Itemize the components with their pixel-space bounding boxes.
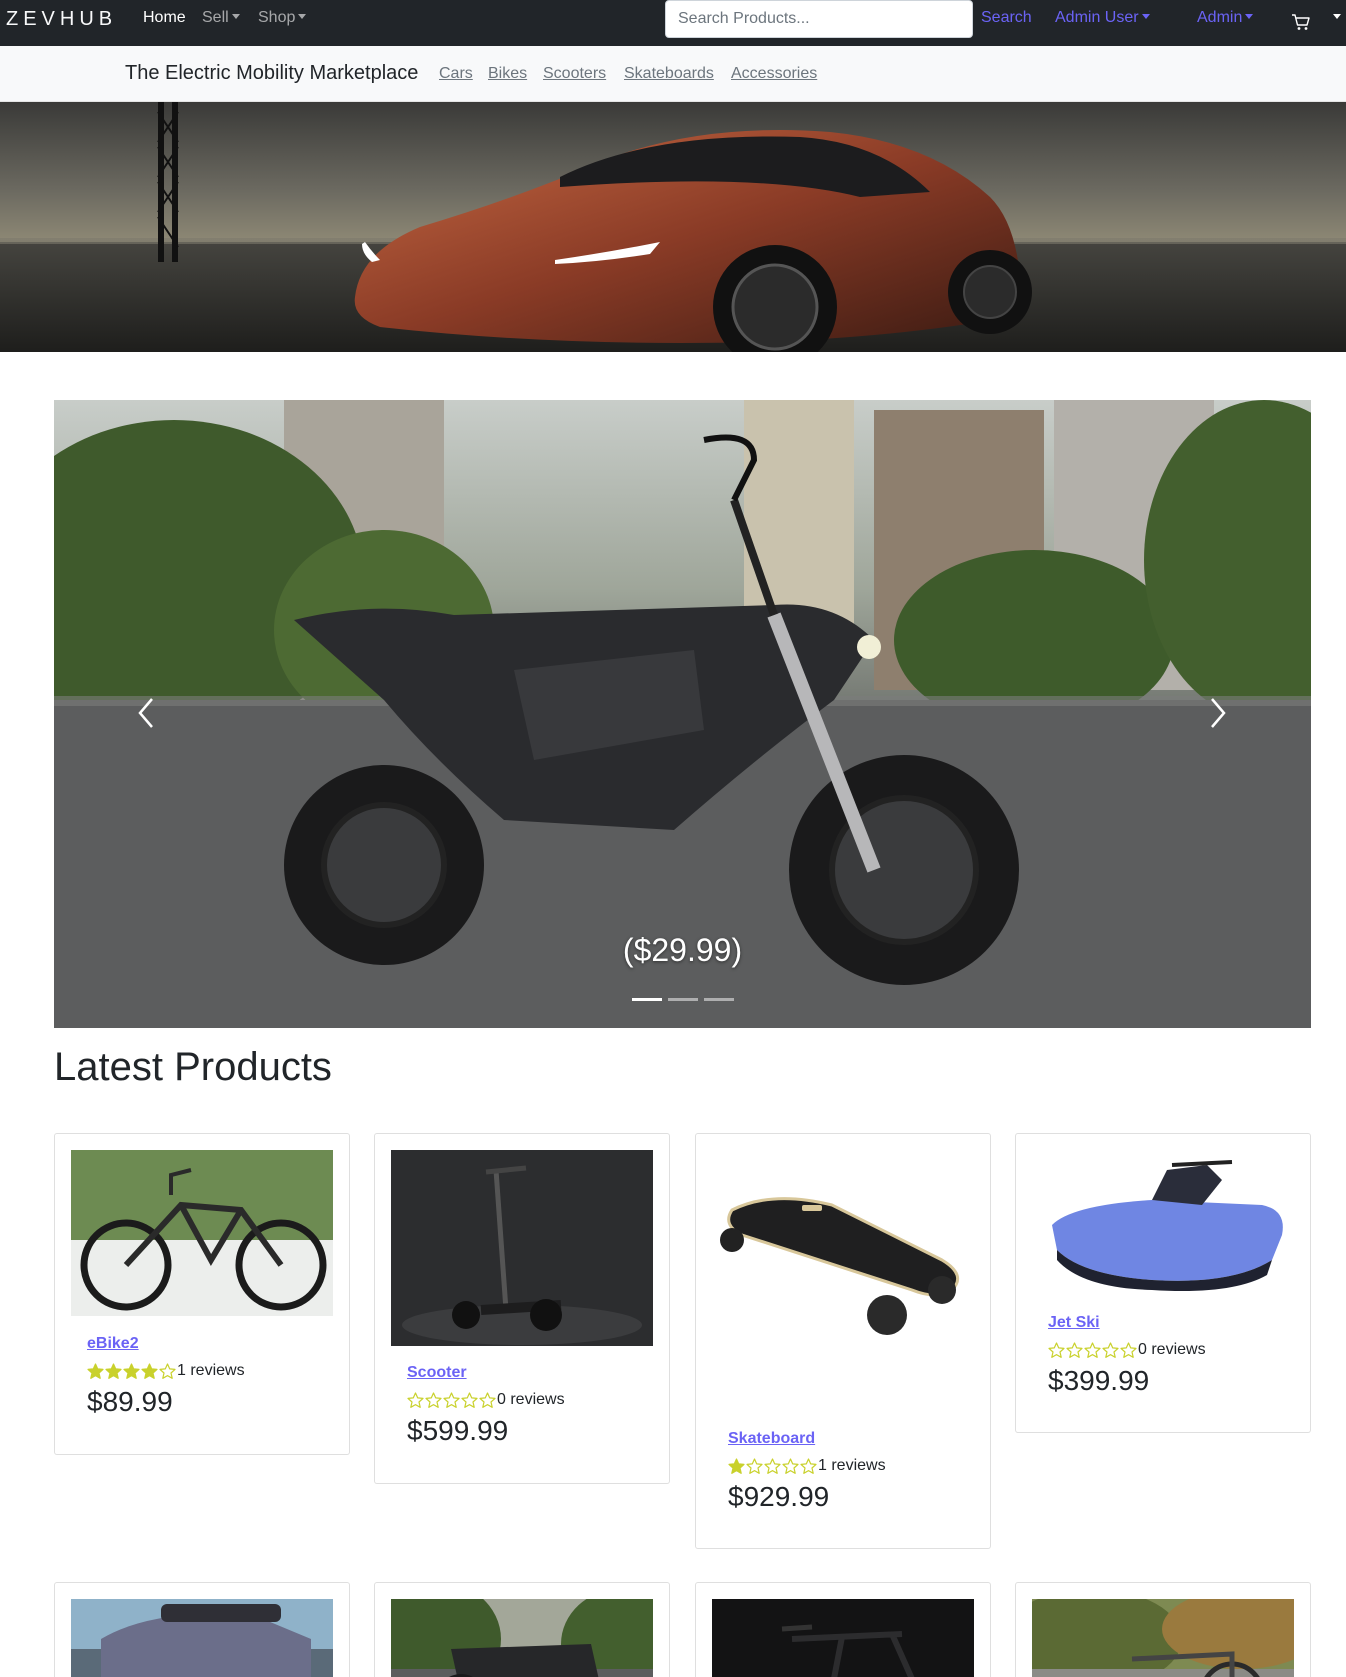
star-filled-icon bbox=[141, 1362, 158, 1379]
carousel-indicators bbox=[632, 998, 734, 1001]
product-card bbox=[695, 1582, 991, 1677]
chevron-right-icon[interactable] bbox=[1202, 695, 1232, 731]
product-name-link[interactable]: Jet Ski bbox=[1048, 1314, 1100, 1332]
chevron-down-icon bbox=[231, 14, 240, 19]
product-image[interactable] bbox=[71, 1599, 333, 1677]
product-image[interactable] bbox=[391, 1599, 653, 1677]
nav-home[interactable]: Home bbox=[143, 9, 186, 27]
product-card: Scooter 0 reviews $599.99 bbox=[374, 1133, 670, 1484]
category-link-skateboards[interactable]: Skateboards bbox=[624, 65, 714, 83]
carousel-caption: ($29.99) bbox=[622, 932, 743, 968]
nav-sell-label: Sell bbox=[202, 9, 229, 26]
product-image[interactable] bbox=[1032, 1599, 1294, 1677]
brand-logo[interactable]: ZEVHUB bbox=[6, 8, 117, 31]
star-empty-icon bbox=[159, 1362, 176, 1379]
star-empty-icon bbox=[1048, 1341, 1065, 1358]
product-name-link[interactable]: Scooter bbox=[407, 1364, 467, 1382]
search-input[interactable] bbox=[665, 0, 973, 38]
product-price: $399.99 bbox=[1048, 1365, 1150, 1396]
star-rating bbox=[1048, 1341, 1137, 1359]
carousel-indicator[interactable] bbox=[632, 998, 662, 1001]
tagline: The Electric Mobility Marketplace bbox=[125, 62, 419, 84]
product-rating: 1 reviews bbox=[728, 1457, 886, 1475]
nav-sell-dropdown[interactable]: Sell bbox=[202, 9, 240, 27]
category-link-scooters[interactable]: Scooters bbox=[543, 65, 606, 83]
star-empty-icon bbox=[746, 1457, 763, 1474]
product-price: $929.99 bbox=[728, 1481, 830, 1512]
star-empty-icon bbox=[1102, 1341, 1119, 1358]
product-image[interactable] bbox=[71, 1150, 333, 1316]
category-link-cars[interactable]: Cars bbox=[439, 65, 473, 83]
star-filled-icon bbox=[728, 1457, 745, 1474]
product-name-link[interactable]: eBike2 bbox=[87, 1335, 139, 1353]
cart-icon[interactable] bbox=[1291, 12, 1311, 32]
category-link-accessories[interactable]: Accessories bbox=[731, 65, 817, 83]
star-empty-icon bbox=[479, 1391, 496, 1408]
search-button[interactable]: Search bbox=[981, 9, 1032, 27]
carousel-indicator[interactable] bbox=[704, 998, 734, 1001]
star-empty-icon bbox=[782, 1457, 799, 1474]
product-name-link[interactable]: Skateboard bbox=[728, 1430, 815, 1448]
star-rating bbox=[87, 1362, 176, 1380]
star-empty-icon bbox=[1120, 1341, 1137, 1358]
star-rating bbox=[728, 1457, 817, 1475]
product-image[interactable] bbox=[712, 1599, 974, 1677]
product-card bbox=[1015, 1582, 1311, 1677]
chevron-down-icon bbox=[298, 14, 307, 19]
review-count: 1 reviews bbox=[177, 1362, 245, 1379]
review-count: 0 reviews bbox=[497, 1391, 565, 1408]
user-menu-label: Admin User bbox=[1055, 9, 1139, 26]
star-empty-icon bbox=[1084, 1341, 1101, 1358]
review-count: 1 reviews bbox=[818, 1457, 886, 1474]
product-card bbox=[54, 1582, 350, 1677]
chevron-left-icon[interactable] bbox=[132, 695, 162, 731]
hero-banner bbox=[0, 102, 1346, 352]
star-filled-icon bbox=[87, 1362, 104, 1379]
star-rating bbox=[407, 1391, 496, 1409]
product-price: $599.99 bbox=[407, 1415, 509, 1446]
user-menu-dropdown[interactable]: Admin User bbox=[1055, 9, 1150, 27]
chevron-down-icon bbox=[1245, 14, 1254, 19]
product-card: Jet Ski 0 reviews $399.99 bbox=[1015, 1133, 1311, 1433]
star-empty-icon bbox=[800, 1457, 817, 1474]
nav-shop-label: Shop bbox=[258, 9, 296, 26]
category-bar: The Electric Mobility Marketplace Cars B… bbox=[0, 46, 1346, 102]
nav-shop-dropdown[interactable]: Shop bbox=[258, 9, 307, 27]
review-count: 0 reviews bbox=[1138, 1341, 1206, 1358]
star-empty-icon bbox=[764, 1457, 781, 1474]
product-carousel[interactable]: ($29.99) bbox=[54, 400, 1311, 1028]
star-filled-icon bbox=[105, 1362, 122, 1379]
hero-car-image bbox=[0, 102, 1346, 352]
carousel-indicator[interactable] bbox=[668, 998, 698, 1001]
product-price: $89.99 bbox=[87, 1386, 173, 1417]
product-card: eBike2 1 reviews $89.99 bbox=[54, 1133, 350, 1455]
product-card: Skateboard 1 reviews $929.99 bbox=[695, 1133, 991, 1549]
star-empty-icon bbox=[425, 1391, 442, 1408]
category-link-bikes[interactable]: Bikes bbox=[488, 65, 527, 83]
star-empty-icon bbox=[443, 1391, 460, 1408]
section-title: Latest Products bbox=[54, 1045, 332, 1089]
product-rating: 0 reviews bbox=[407, 1391, 565, 1409]
product-image[interactable] bbox=[1032, 1150, 1294, 1295]
admin-menu-dropdown[interactable]: Admin bbox=[1197, 9, 1254, 27]
product-rating: 1 reviews bbox=[87, 1362, 245, 1380]
product-rating: 0 reviews bbox=[1048, 1341, 1206, 1359]
star-empty-icon bbox=[1066, 1341, 1083, 1358]
top-navbar: ZEVHUB Home Sell Shop Search Admin User … bbox=[0, 0, 1346, 46]
star-empty-icon bbox=[407, 1391, 424, 1408]
product-image[interactable] bbox=[391, 1150, 653, 1346]
star-filled-icon bbox=[123, 1362, 140, 1379]
admin-menu-label: Admin bbox=[1197, 9, 1243, 26]
star-empty-icon bbox=[461, 1391, 478, 1408]
product-image[interactable] bbox=[712, 1150, 974, 1412]
chevron-down-icon[interactable] bbox=[1333, 14, 1341, 19]
chevron-down-icon bbox=[1141, 14, 1150, 19]
product-card bbox=[374, 1582, 670, 1677]
